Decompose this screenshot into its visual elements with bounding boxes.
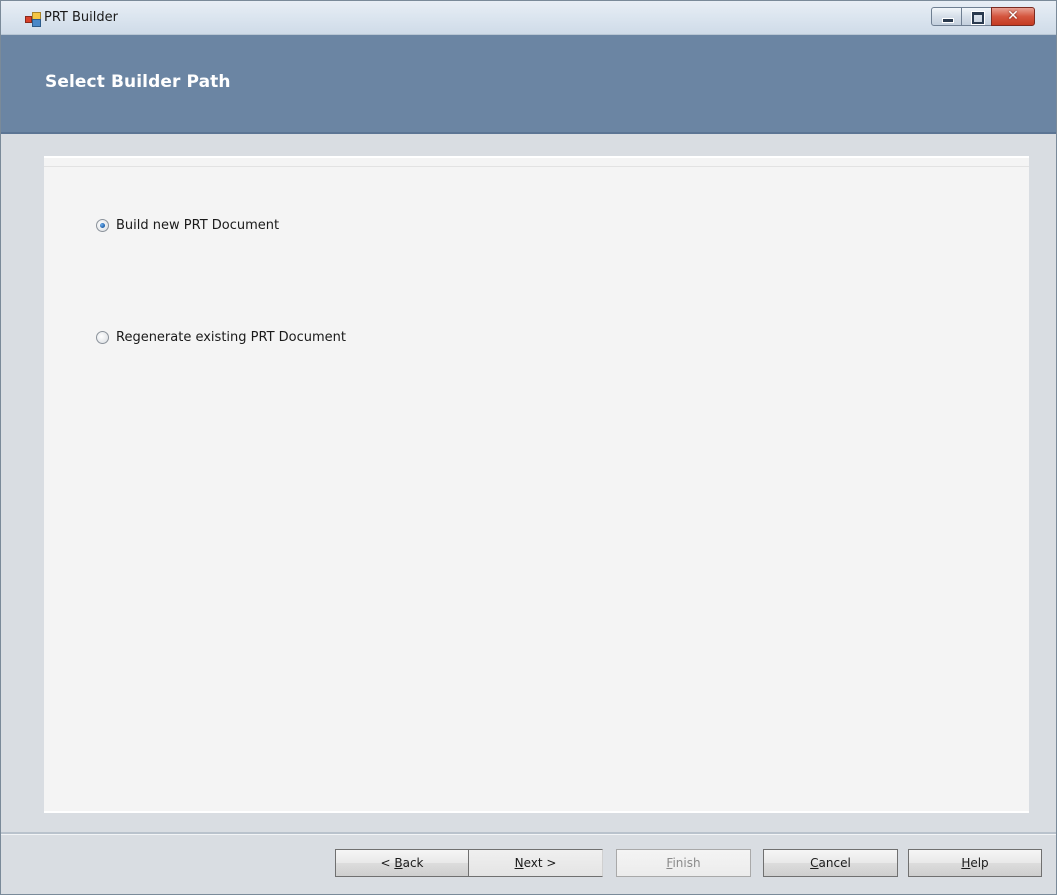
option-build-new[interactable]: Build new PRT Document (96, 218, 279, 233)
title-bar[interactable]: PRT Builder ✕ (1, 1, 1056, 35)
maximize-icon (972, 12, 984, 24)
window-controls: ✕ (931, 7, 1035, 26)
next-button[interactable]: Next > (468, 849, 603, 877)
maximize-button[interactable] (961, 7, 992, 26)
page-title: Select Builder Path (45, 72, 231, 92)
wizard-body: Build new PRT Document Regenerate existi… (1, 134, 1056, 832)
app-icon (25, 12, 41, 27)
option-label: Build new PRT Document (116, 218, 280, 233)
help-button[interactable]: Help (908, 849, 1042, 877)
option-regenerate-existing[interactable]: Regenerate existing PRT Document (96, 330, 346, 345)
minimize-icon (942, 18, 954, 23)
finish-button[interactable]: Finish (616, 849, 751, 877)
minimize-button[interactable] (931, 7, 962, 26)
option-label: Regenerate existing PRT Document (116, 330, 347, 345)
close-icon: ✕ (1007, 8, 1019, 24)
content-panel: Build new PRT Document Regenerate existi… (44, 156, 1029, 813)
cancel-button[interactable]: Cancel (763, 849, 898, 877)
radio-regenerate-existing[interactable] (96, 331, 109, 344)
window-title: PRT Builder (44, 10, 118, 25)
wizard-header: Select Builder Path (1, 35, 1056, 134)
back-button[interactable]: < Back (335, 849, 469, 877)
close-button[interactable]: ✕ (991, 7, 1035, 26)
wizard-window: PRT Builder ✕ Select Builder Path Build … (0, 0, 1057, 895)
radio-build-new[interactable] (96, 219, 109, 232)
wizard-footer: < Back Next > Finish Cancel Help (1, 835, 1056, 894)
